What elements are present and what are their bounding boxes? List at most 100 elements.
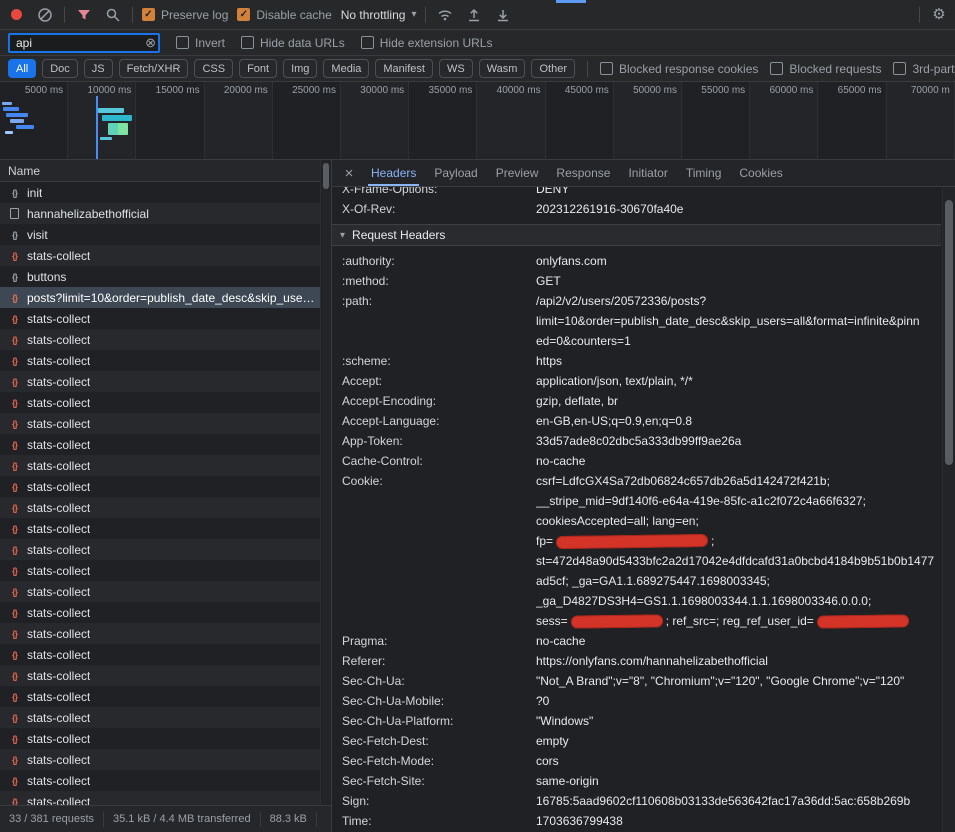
redaction-scribble: [556, 534, 708, 549]
request-row[interactable]: {}stats-collect: [0, 434, 331, 455]
request-row[interactable]: {}visit: [0, 224, 331, 245]
header-value: 202312261916-30670fa40e: [536, 199, 941, 219]
type-filter-fetch-xhr[interactable]: Fetch/XHR: [119, 59, 189, 78]
type-filter-media[interactable]: Media: [323, 59, 369, 78]
header-value: "Not_A Brand";v="8", "Chromium";v="120",…: [536, 671, 941, 691]
request-name: stats-collect: [27, 753, 90, 767]
request-row[interactable]: {}stats-collect: [0, 518, 331, 539]
import-har-button[interactable]: [464, 5, 484, 25]
type-filter-manifest[interactable]: Manifest: [375, 59, 433, 78]
header-name: Sec-Ch-Ua-Platform:: [342, 711, 536, 731]
request-row[interactable]: {}stats-collect: [0, 623, 331, 644]
record-button[interactable]: [6, 5, 26, 25]
type-filter-all[interactable]: All: [8, 59, 36, 78]
request-row[interactable]: {}stats-collect: [0, 791, 331, 805]
tab-response[interactable]: Response: [547, 160, 619, 186]
search-button[interactable]: [103, 5, 123, 25]
request-row[interactable]: {}stats-collect: [0, 770, 331, 791]
request-list-scrollbar[interactable]: [320, 160, 331, 805]
tab-initiator[interactable]: Initiator: [619, 160, 676, 186]
request-row[interactable]: {}stats-collect: [0, 392, 331, 413]
scrollbar-thumb[interactable]: [945, 200, 953, 465]
header-name: Sec-Ch-Ua:: [342, 671, 536, 691]
request-name: stats-collect: [27, 354, 90, 368]
request-row[interactable]: {}stats-collect: [0, 329, 331, 350]
filter-toggle-button[interactable]: [74, 5, 94, 25]
timeline-tick-label: 15000 ms: [156, 85, 200, 96]
header-name: Accept-Language:: [342, 411, 536, 431]
clear-filter-icon[interactable]: ⊗: [145, 36, 156, 49]
filter-input[interactable]: [8, 33, 160, 53]
record-icon: [11, 9, 22, 20]
throttling-select[interactable]: No throttling ▾: [341, 8, 417, 22]
clear-button[interactable]: [35, 5, 55, 25]
header-name: Cache-Control:: [342, 451, 536, 471]
third-party-requests-checkbox[interactable]: 3rd-party requests: [893, 62, 955, 76]
request-name: visit: [27, 228, 48, 242]
type-filter-ws[interactable]: WS: [439, 59, 473, 78]
request-row[interactable]: {}stats-collect: [0, 245, 331, 266]
request-row[interactable]: {}stats-collect: [0, 728, 331, 749]
request-row[interactable]: {}stats-collect: [0, 308, 331, 329]
type-filter-other[interactable]: Other: [531, 59, 575, 78]
request-row[interactable]: hannahelizabethofficial: [0, 203, 331, 224]
header-value-line: DENY: [536, 187, 941, 199]
request-row[interactable]: {}stats-collect: [0, 476, 331, 497]
tab-timing[interactable]: Timing: [677, 160, 731, 186]
hide-data-urls-checkbox[interactable]: Hide data URLs: [241, 36, 345, 50]
devtools-tab-accent: [556, 0, 586, 3]
blocked-requests-checkbox[interactable]: Blocked requests: [770, 62, 881, 76]
tab-cookies[interactable]: Cookies: [730, 160, 791, 186]
request-row[interactable]: {}stats-collect: [0, 560, 331, 581]
request-row[interactable]: {}stats-collect: [0, 413, 331, 434]
blocked-response-cookies-checkbox[interactable]: Blocked response cookies: [600, 62, 758, 76]
request-row[interactable]: {}stats-collect: [0, 644, 331, 665]
timeline-overview[interactable]: 5000 ms10000 ms15000 ms20000 ms25000 ms3…: [0, 82, 955, 160]
request-row[interactable]: {}stats-collect: [0, 602, 331, 623]
tab-headers[interactable]: Headers: [362, 160, 425, 186]
request-row[interactable]: {}stats-collect: [0, 497, 331, 518]
request-row[interactable]: {}stats-collect: [0, 455, 331, 476]
waterfall-bar: [98, 108, 124, 113]
close-details-button[interactable]: ×: [336, 165, 362, 182]
details-scrollbar[interactable]: [942, 187, 955, 832]
invert-checkbox[interactable]: Invert: [176, 36, 225, 50]
scrollbar-thumb[interactable]: [323, 163, 329, 189]
hide-extension-urls-checkbox[interactable]: Hide extension URLs: [361, 36, 493, 50]
request-row[interactable]: {}init: [0, 182, 331, 203]
type-filter-js[interactable]: JS: [84, 59, 113, 78]
request-row[interactable]: {}buttons: [0, 266, 331, 287]
timeline-column: 15000 ms: [136, 82, 204, 159]
request-row[interactable]: {}posts?limit=10&order=publish_date_desc…: [0, 287, 331, 308]
settings-button[interactable]: ⚙: [929, 5, 949, 25]
network-conditions-button[interactable]: [435, 5, 455, 25]
type-filter-doc[interactable]: Doc: [42, 59, 78, 78]
request-row[interactable]: {}stats-collect: [0, 707, 331, 728]
header-row: Accept-Encoding:gzip, deflate, br: [342, 391, 941, 411]
preserve-log-checkbox[interactable]: Preserve log: [142, 8, 228, 22]
type-filter-css[interactable]: CSS: [194, 59, 233, 78]
request-row[interactable]: {}stats-collect: [0, 371, 331, 392]
request-row[interactable]: {}stats-collect: [0, 350, 331, 371]
tab-preview[interactable]: Preview: [487, 160, 548, 186]
type-filter-font[interactable]: Font: [239, 59, 277, 78]
header-name: Sec-Fetch-Site:: [342, 771, 536, 791]
tab-payload[interactable]: Payload: [425, 160, 486, 186]
request-headers-section-header[interactable]: ▾Request Headers: [332, 224, 941, 246]
export-har-button[interactable]: [493, 5, 513, 25]
header-value: "Windows": [536, 711, 941, 731]
disable-cache-checkbox[interactable]: Disable cache: [237, 8, 331, 22]
invert-label: Invert: [195, 36, 225, 50]
name-column-header[interactable]: Name: [0, 160, 331, 182]
request-row[interactable]: {}stats-collect: [0, 686, 331, 707]
header-row: Sign:16785:5aad9602cf110608b03133de56364…: [342, 791, 941, 811]
request-row[interactable]: {}stats-collect: [0, 749, 331, 770]
checkbox-checked-icon: [142, 8, 155, 21]
request-row[interactable]: {}stats-collect: [0, 581, 331, 602]
header-value-line: https: [536, 351, 941, 371]
request-row[interactable]: {}stats-collect: [0, 539, 331, 560]
header-value-line: application/json, text/plain, */*: [536, 371, 941, 391]
type-filter-img[interactable]: Img: [283, 59, 317, 78]
type-filter-wasm[interactable]: Wasm: [479, 59, 526, 78]
request-row[interactable]: {}stats-collect: [0, 665, 331, 686]
